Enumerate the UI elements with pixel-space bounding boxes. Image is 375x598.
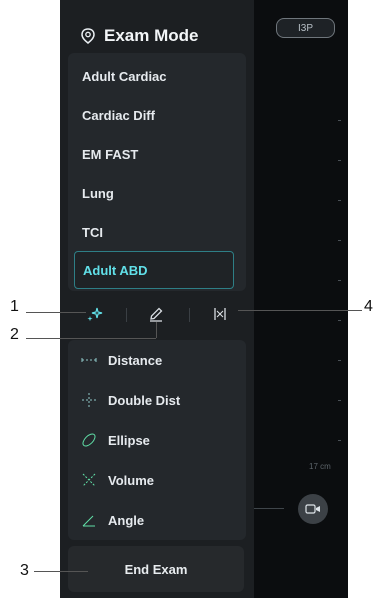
preset-item-adult-abd[interactable]: Adult ABD [74,251,234,289]
tool-angle[interactable]: Angle [80,508,144,532]
callout-4-line [238,310,362,311]
tool-volume[interactable]: Volume [80,468,154,492]
tool-ellipse[interactable]: Ellipse [80,428,150,452]
depth-tick [338,320,341,321]
tool-label: Double Dist [108,392,181,408]
callout-1-line [26,312,86,313]
preset-item-lung[interactable]: Lung [74,175,242,211]
end-exam-button[interactable]: End Exam [68,546,244,592]
tool-label: Volume [108,472,154,488]
video-camera-icon [305,504,320,514]
ellipse-icon [82,433,96,447]
depth-tick [338,240,341,241]
probe-badge[interactable]: I3P [276,18,335,38]
volume-icon [82,473,96,487]
callout-3: 3 [20,562,29,579]
double-distance-icon [82,393,96,407]
tool-double-dist[interactable]: Double Dist [80,388,180,412]
depth-label: 17 cm [309,462,331,471]
depth-tick [338,400,341,401]
toolbar-divider [126,308,127,322]
depth-tick [338,440,341,441]
depth-tick [338,360,341,361]
page-title: Exam Mode [104,26,199,45]
sparkle-icon[interactable] [86,306,104,324]
image-divider [254,508,284,509]
distance-icon [81,358,97,362]
measure-tools-list: Distance Double Dist Ellipse Volume Angl… [68,340,246,540]
preset-item-cardiac-diff[interactable]: Cardiac Diff [74,97,242,133]
preset-list: Adult Cardiac Cardiac Diff EM FAST Lung … [68,53,246,291]
pencil-icon[interactable] [147,305,165,323]
callout-2-line [26,338,156,339]
preset-label: Adult Cardiac [82,68,167,84]
preset-label: Adult ABD [83,262,148,278]
exam-mode-icon [81,28,95,44]
tool-label: Ellipse [108,432,150,448]
callout-4: 4 [364,298,373,315]
depth-tick [338,160,341,161]
preset-item-adult-cardiac[interactable]: Adult Cardiac [74,58,242,94]
preset-label: Lung [82,185,114,201]
preset-label: Cardiac Diff [82,107,155,123]
tool-label: Distance [108,352,163,368]
tool-label: Angle [108,512,145,528]
callout-1: 1 [10,298,19,315]
angle-icon [82,515,95,527]
depth-tick [338,280,341,281]
depth-tick [338,120,341,121]
caliper-icon[interactable] [212,306,228,322]
depth-tick [338,200,341,201]
preset-item-em-fast[interactable]: EM FAST [74,136,242,172]
toolbar-divider [189,308,190,322]
callout-2-line [156,322,157,338]
tool-distance[interactable]: Distance [80,348,162,372]
panel-header: Exam Mode [80,24,198,48]
record-button[interactable] [298,494,328,524]
callout-2: 2 [10,326,19,343]
callout-3-line [34,571,88,572]
preset-label: TCI [82,224,103,240]
preset-item-tci[interactable]: TCI [74,214,242,250]
preset-label: EM FAST [82,146,139,162]
